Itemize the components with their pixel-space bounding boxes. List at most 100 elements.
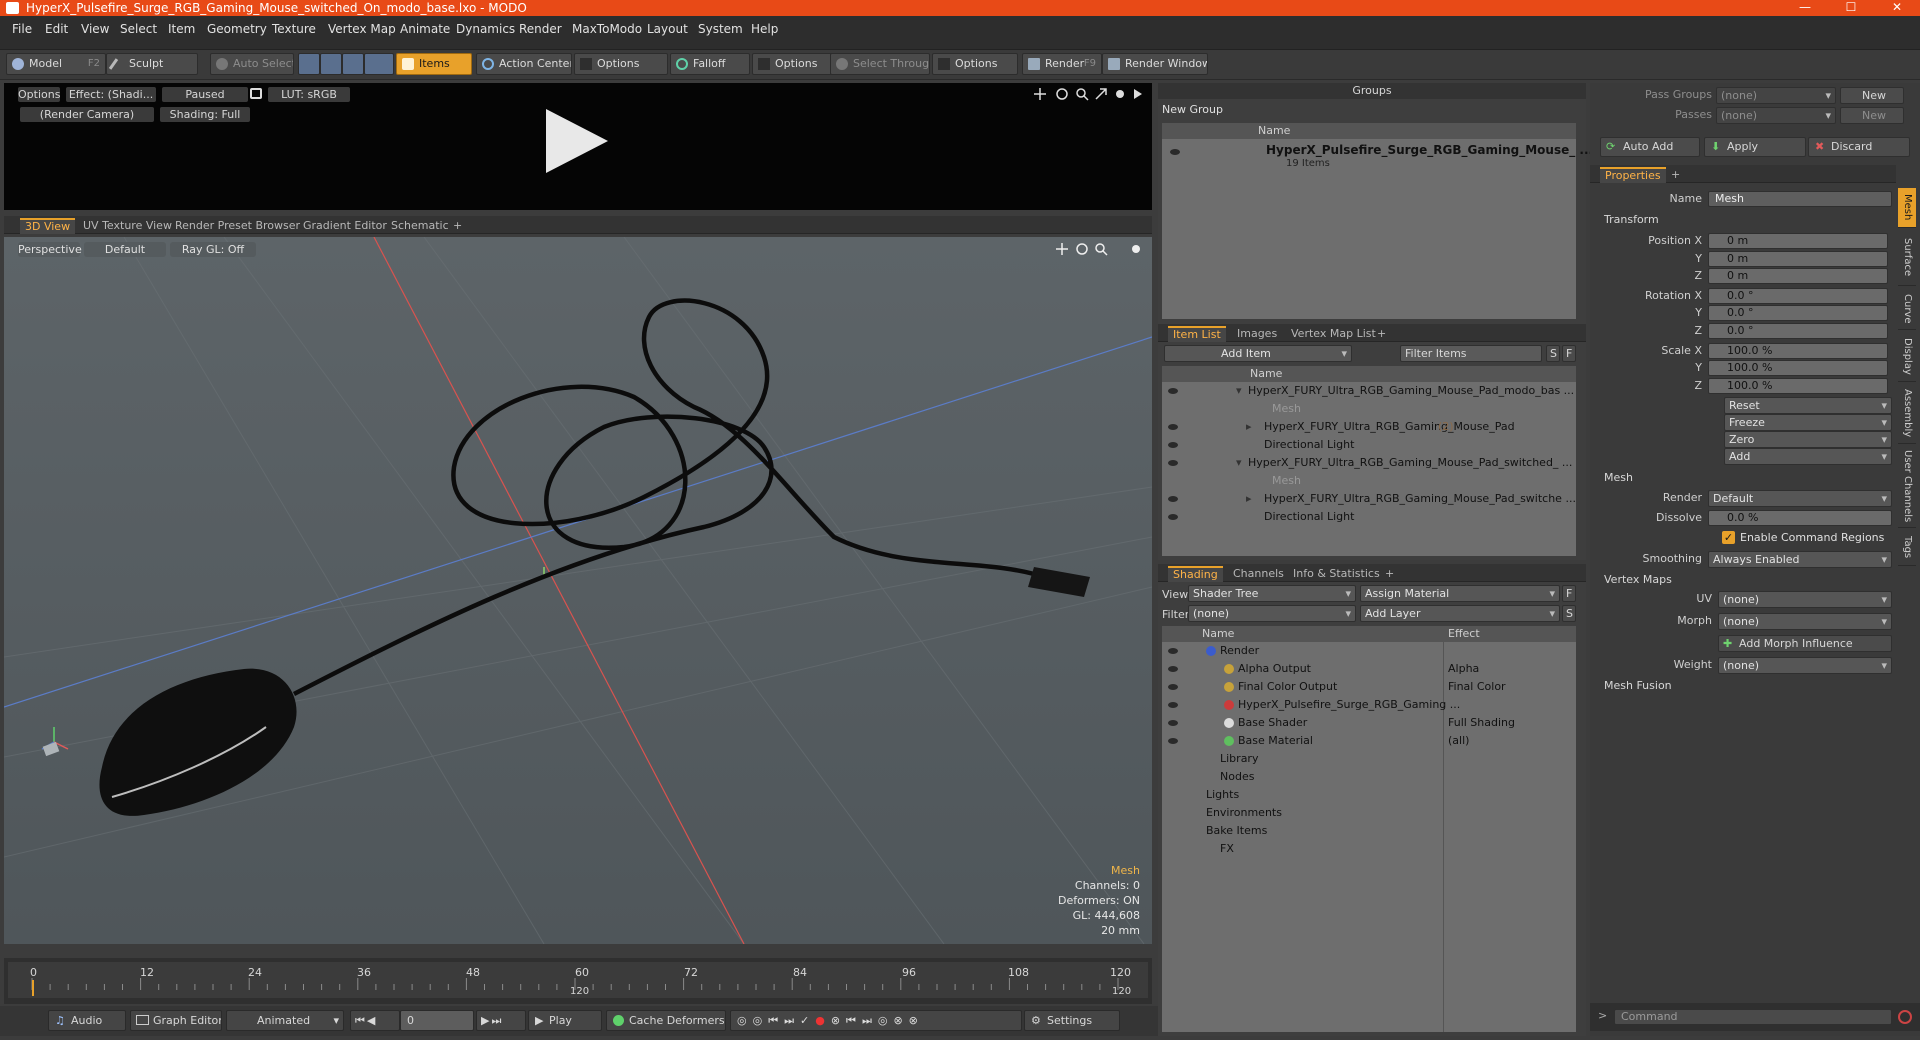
maximize-button[interactable]: ☐: [1828, 0, 1874, 16]
vertices-mode-icon[interactable]: [298, 53, 320, 75]
reset-dropdown[interactable]: Reset: [1724, 397, 1892, 414]
position-z-field[interactable]: 0 m: [1708, 268, 1888, 284]
menu-maxtomodo[interactable]: MaxToModo: [572, 22, 642, 36]
shader-tree-row[interactable]: Bake Items: [1162, 822, 1576, 840]
item-list-row[interactable]: ▾ HyperX_FURY_Ultra_RGB_Gaming_Mouse_Pad_…: [1162, 454, 1576, 472]
add-tab-button[interactable]: +: [1372, 326, 1391, 342]
dissolve-field[interactable]: 0.0 %: [1708, 510, 1892, 526]
preview-lut-dropdown[interactable]: LUT: sRGB: [268, 87, 350, 102]
position-y-field[interactable]: 0 m: [1708, 251, 1888, 267]
eye-icon[interactable]: [1168, 684, 1178, 690]
eye-icon[interactable]: [1170, 149, 1180, 155]
add-tab-button[interactable]: +: [1666, 167, 1685, 183]
minimize-button[interactable]: —: [1782, 0, 1828, 16]
tab-channels[interactable]: Channels: [1228, 566, 1289, 582]
morph-dropdown[interactable]: (none): [1718, 613, 1892, 630]
vtab-curve[interactable]: Curve: [1898, 288, 1916, 330]
rotation-y-field[interactable]: 0.0 °: [1708, 305, 1888, 321]
rotation-x-field[interactable]: 0.0 °: [1708, 288, 1888, 304]
eye-icon[interactable]: [1168, 514, 1178, 520]
eye-icon[interactable]: [1168, 406, 1178, 412]
model-mode-button[interactable]: Model F2: [6, 53, 106, 75]
shader-tree-row[interactable]: Final Color Output Final Color: [1162, 678, 1576, 696]
shader-tree-row[interactable]: Alpha Output Alpha: [1162, 660, 1576, 678]
eye-icon[interactable]: [1168, 424, 1178, 430]
menu-layout[interactable]: Layout: [647, 22, 688, 36]
add-tab-button[interactable]: +: [448, 218, 467, 234]
tab-render-preset-browser[interactable]: Render Preset Browser: [170, 218, 305, 234]
command-input[interactable]: Command: [1614, 1009, 1892, 1025]
shading-s-button[interactable]: S: [1562, 605, 1576, 622]
tab-uv-texture-view[interactable]: UV Texture View: [78, 218, 177, 234]
shader-tree-row-effect[interactable]: (all): [1448, 732, 1469, 750]
item-list-row[interactable]: Mesh: [1162, 472, 1576, 490]
position-x-field[interactable]: 0 m: [1708, 233, 1888, 249]
lock-icon[interactable]: [250, 88, 262, 99]
eye-icon[interactable]: [1168, 388, 1178, 394]
edges-mode-icon[interactable]: [320, 53, 342, 75]
add-tab-button[interactable]: +: [1380, 566, 1399, 582]
auto-add-button[interactable]: ⟳ Auto Add: [1600, 137, 1700, 157]
item-list-row[interactable]: Directional Light: [1162, 436, 1576, 454]
menu-file[interactable]: File: [12, 22, 32, 36]
vtab-assembly[interactable]: Assembly: [1898, 384, 1916, 444]
filter-s-button[interactable]: S: [1546, 345, 1560, 362]
item-list[interactable]: ▾ HyperX_FURY_Ultra_RGB_Gaming_Mouse_Pad_…: [1162, 382, 1576, 556]
eye-icon[interactable]: [1168, 738, 1178, 744]
freeze-dropdown[interactable]: Freeze: [1724, 414, 1892, 431]
graph-editor-button[interactable]: Graph Editor: [130, 1010, 222, 1031]
render-dropdown[interactable]: Default: [1708, 490, 1892, 507]
group-item-name[interactable]: HyperX_Pulsefire_Surge_RGB_Gaming_Mouse_…: [1266, 143, 1593, 157]
filter-items-field[interactable]: Filter Items: [1400, 345, 1542, 362]
step-forward-buttons[interactable]: ▶⏭: [476, 1010, 526, 1031]
item-list-row[interactable]: Directional Light: [1162, 508, 1576, 526]
smoothing-dropdown[interactable]: Always Enabled: [1708, 551, 1892, 568]
add-item-dropdown[interactable]: Add Item: [1164, 345, 1352, 362]
view-dropdown[interactable]: Shader Tree: [1188, 585, 1356, 602]
tab-gradient-editor[interactable]: Gradient Editor: [298, 218, 392, 234]
shader-tree-row-effect[interactable]: Full Shading: [1448, 714, 1515, 732]
eye-icon[interactable]: [1168, 460, 1178, 466]
menu-texture[interactable]: Texture: [272, 22, 316, 36]
item-list-row[interactable]: Mesh: [1162, 400, 1576, 418]
action-center-button[interactable]: Action Center: [476, 53, 572, 75]
eye-icon[interactable]: [1168, 442, 1178, 448]
shader-tree-row[interactable]: Render: [1162, 642, 1576, 660]
perspective-dropdown[interactable]: Perspective: [18, 242, 82, 257]
eye-icon[interactable]: [1168, 648, 1178, 654]
shader-tree-row[interactable]: HyperX_Pulsefire_Surge_RGB_Gaming ...: [1162, 696, 1576, 714]
menu-vertex-map[interactable]: Vertex Map: [328, 22, 396, 36]
eye-icon[interactable]: [1168, 702, 1178, 708]
play-icon[interactable]: [542, 107, 610, 175]
play-button[interactable]: ▶ Play: [528, 1010, 602, 1031]
preview-paused-button[interactable]: Paused: [162, 87, 248, 102]
shader-tree-row[interactable]: Lights: [1162, 786, 1576, 804]
add-transform-dropdown[interactable]: Add: [1724, 448, 1892, 465]
shader-tree-row-effect[interactable]: Alpha: [1448, 660, 1479, 678]
preview-nav-icons[interactable]: [1034, 87, 1144, 101]
eye-icon[interactable]: [1168, 478, 1178, 484]
tab-shading[interactable]: Shading: [1168, 566, 1223, 582]
render-button[interactable]: Render F9: [1022, 53, 1102, 75]
render-window-button[interactable]: Render Window: [1102, 53, 1208, 75]
settings-button[interactable]: ⚙ Settings: [1024, 1010, 1120, 1031]
current-frame-field[interactable]: 0: [400, 1010, 474, 1031]
shader-tree-row[interactable]: Base Material (all): [1162, 732, 1576, 750]
vtab-surface[interactable]: Surface: [1898, 230, 1916, 286]
groups-list[interactable]: HyperX_Pulsefire_Surge_RGB_Gaming_Mouse_…: [1162, 139, 1593, 319]
falloff-button[interactable]: Falloff: [670, 53, 750, 75]
eye-icon[interactable]: [1168, 720, 1178, 726]
action-center-options-button[interactable]: Options: [574, 53, 668, 75]
vtab-user-channels[interactable]: User Channels: [1898, 446, 1916, 528]
audio-button[interactable]: ♫ Audio: [48, 1010, 126, 1031]
shading-f-button[interactable]: F: [1562, 585, 1576, 602]
default-style-dropdown[interactable]: Default: [84, 242, 166, 257]
shader-tree[interactable]: Render Alpha Output Alpha Final Color Outpu…: [1162, 642, 1576, 1032]
tab-3d-view[interactable]: 3D View: [20, 218, 76, 234]
vtab-display[interactable]: Display: [1898, 332, 1916, 382]
tab-item-list[interactable]: Item List: [1168, 326, 1226, 342]
shader-tree-row[interactable]: Library: [1162, 750, 1576, 768]
key-tools[interactable]: ◎◎⏮⏭✓●⊗⏮⏭◎⊗⊗: [730, 1010, 1022, 1031]
filter-f-button[interactable]: F: [1562, 345, 1576, 362]
skip-back-buttons[interactable]: ⏮◀: [350, 1010, 400, 1031]
